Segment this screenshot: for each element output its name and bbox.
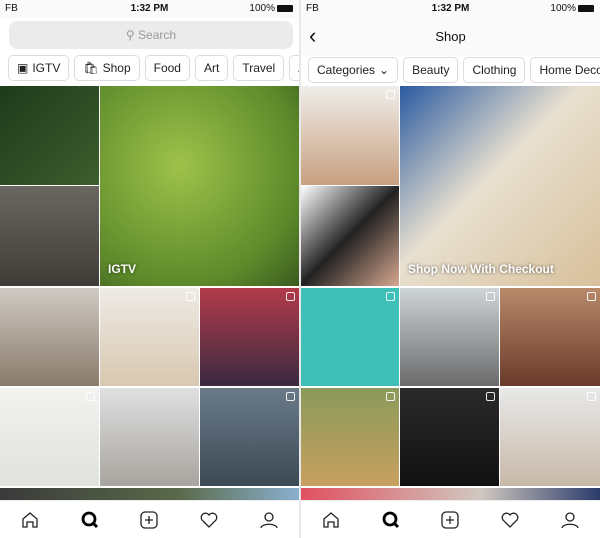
heart-icon[interactable] [498,508,522,532]
tab-bar [301,500,600,538]
chip-igtv[interactable]: ▣ IGTV [8,55,70,81]
shopping-bag-icon [386,392,395,401]
chip-categories[interactable]: Categories ⌄ [308,57,399,83]
product-tile[interactable] [301,388,399,486]
featured-shop-tile[interactable]: Shop Now With Checkout [400,86,600,286]
product-tile[interactable] [301,86,399,185]
chip-clothing[interactable]: Clothing [463,57,526,83]
igtv-label: IGTV [108,262,137,276]
product-tile[interactable] [400,388,499,486]
explore-grid: IGTV [0,86,299,502]
product-tile[interactable] [500,388,600,486]
featured-label: Shop Now With Checkout [408,262,554,276]
battery-icon [277,4,293,12]
shopping-bag-icon [486,392,495,401]
chip-more[interactable]: Ar [289,55,299,81]
igtv-tile[interactable]: IGTV [100,86,299,286]
search-icon[interactable] [379,508,403,532]
video-icon [286,392,295,401]
post-tile[interactable] [100,388,199,486]
home-icon[interactable] [18,508,42,532]
topic-chips: ▣IGTV 🛍Shop Food Art Travel Ar [8,55,299,81]
product-tile[interactable] [301,186,399,286]
chip-food[interactable]: Food [144,55,190,81]
chip-travel[interactable]: Travel [233,55,285,81]
igtv-icon: ▣ [17,61,29,75]
shopping-bag-icon [486,292,495,301]
home-icon[interactable] [319,508,343,532]
chip-beauty[interactable]: Beauty [403,57,459,83]
product-tile[interactable] [400,288,499,386]
battery: 100% [249,3,293,14]
multi-post-icon [86,392,95,401]
search-input[interactable]: ⚲ Search [9,21,293,49]
shop-grid: Shop Now With Checkout [301,86,600,502]
post-tile[interactable] [100,288,199,386]
product-tile[interactable] [301,288,399,386]
shopping-bag-icon [587,392,596,401]
chip-home-decor[interactable]: Home Decor [530,57,600,83]
chip-shop[interactable]: 🛍 Shop [74,55,140,81]
add-post-icon[interactable] [438,508,462,532]
explore-screen: FB 1:32 PM 100% ⚲ Search ▣ IGTV 🛍 Shop Foo… [0,0,299,538]
search-icon[interactable] [78,508,102,532]
post-tile[interactable] [0,186,99,286]
battery-icon [578,4,594,12]
multi-post-icon [186,292,195,301]
shopping-bag-icon: 🛍 [83,61,99,75]
back-chevron-icon[interactable]: ‹ [309,18,316,54]
post-tile[interactable] [200,288,299,386]
post-tile[interactable] [200,388,299,486]
profile-icon[interactable] [257,508,281,532]
post-tile[interactable] [0,388,99,486]
chip-art[interactable]: Art [194,55,229,81]
post-tile[interactable] [0,86,99,185]
profile-icon[interactable] [558,508,582,532]
add-post-icon[interactable] [137,508,161,532]
shop-screen: FB 1:32 PM 100% ‹ Shop Categories ⌄ Beaut… [301,0,600,538]
page-title: Shop [435,29,466,44]
product-tile[interactable] [500,288,600,386]
post-tile[interactable] [0,288,99,386]
battery: 100% [550,3,594,14]
chevron-down-icon: ⌄ [379,63,390,77]
status-bar: FB 1:32 PM 100% [0,0,299,18]
shop-chips: Categories⌄ Beauty Clothing Home Decor [308,57,600,83]
heart-icon[interactable] [197,508,221,532]
shopping-bag-icon [386,90,395,99]
tab-bar [0,500,299,538]
status-bar: FB 1:32 PM 100% [301,0,600,18]
shop-header: ‹ Shop [301,18,600,56]
shopping-bag-icon [386,292,395,301]
shopping-bag-icon [587,292,596,301]
video-icon [286,292,295,301]
